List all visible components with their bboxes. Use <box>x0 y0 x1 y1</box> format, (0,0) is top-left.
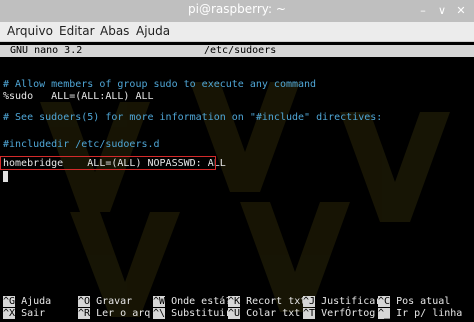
menu-abas[interactable]: Abas <box>100 24 129 38</box>
shortcut-justify[interactable]: ^J Justificar <box>303 296 381 308</box>
shortcut-help[interactable]: ^G Ajuda <box>3 296 51 308</box>
text-line-includedir: #includedir /etc/sudoers.d <box>3 139 160 150</box>
highlight-box <box>0 156 216 170</box>
nano-header: GNU nano 3.2 /etc/sudoers <box>0 45 474 57</box>
shortcut-cur-pos[interactable]: ^C Pos atual <box>378 296 450 308</box>
shortcut-bar: ^G Ajuda ^O Gravar ^W Onde está? ^K Reco… <box>0 295 474 321</box>
minimize-icon[interactable]: – <box>416 4 430 18</box>
shortcut-replace[interactable]: ^\ Substituir <box>153 308 231 320</box>
menu-arquivo[interactable]: Arquivo <box>7 24 53 38</box>
text-line-comment: # Allow members of group sudo to execute… <box>3 79 317 90</box>
shortcut-exit[interactable]: ^X Sair <box>3 308 45 320</box>
shortcut-go-to-line[interactable]: ^_ Ir p/ linha <box>378 308 462 320</box>
text-line-sudo-rule: %sudo ALL=(ALL:ALL) ALL <box>3 91 154 102</box>
shortcut-paste-text[interactable]: ^U Colar txt <box>228 308 300 320</box>
menu-ajuda[interactable]: Ajuda <box>136 24 170 38</box>
nano-version: GNU nano 3.2 <box>10 45 83 56</box>
shortcut-spell-check[interactable]: ^T VerfÓrtog <box>303 308 375 320</box>
menu-bar: Arquivo Editar Abas Ajuda <box>0 22 474 42</box>
terminal-area[interactable]: GNU nano 3.2 /etc/sudoers # Allow member… <box>0 42 474 322</box>
text-cursor <box>3 171 8 182</box>
maximize-icon[interactable]: ∨ <box>435 4 449 18</box>
text-line-comment: # See sudoers(5) for more information on… <box>3 112 383 123</box>
shortcut-read-file[interactable]: ^R Ler o arq <box>78 308 150 320</box>
shortcut-write-out[interactable]: ^O Gravar <box>78 296 132 308</box>
window-title: pi@raspberry: ~ <box>188 2 286 16</box>
close-icon[interactable]: ✕ <box>454 4 468 18</box>
shortcut-cut-text[interactable]: ^K Recort txt <box>228 296 306 308</box>
shortcut-where-is[interactable]: ^W Onde está? <box>153 296 231 308</box>
nano-filename: /etc/sudoers <box>204 45 277 56</box>
window-title-bar: pi@raspberry: ~ – ∨ ✕ <box>0 0 474 22</box>
menu-editar[interactable]: Editar <box>59 24 95 38</box>
